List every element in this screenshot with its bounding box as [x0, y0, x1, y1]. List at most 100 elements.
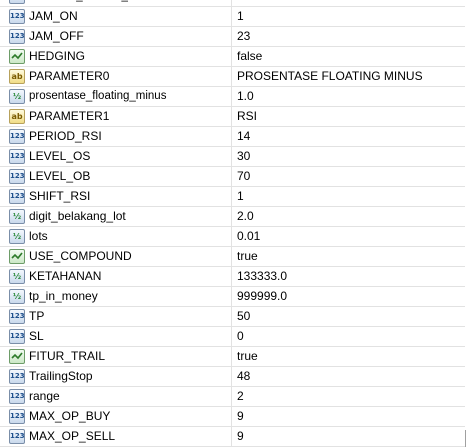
param-row[interactable]: 123 SPREAD_FILTER_MAXIMUM 1000: [0, 0, 465, 7]
integer-type-icon: 123: [9, 129, 25, 144]
integer-type-icon: 123: [9, 29, 25, 44]
param-row[interactable]: ½ KETAHANAN 133333.0: [0, 267, 465, 287]
param-name: LEVEL_OB: [29, 169, 91, 183]
param-row[interactable]: ½ tp_in_money 999999.0: [0, 287, 465, 307]
param-row[interactable]: 123 JAM_ON 1: [0, 7, 465, 27]
param-name-cell: ½ KETAHANAN: [0, 267, 232, 286]
param-name: lots: [29, 229, 48, 243]
param-row[interactable]: ½ prosentase_floating_minus 1.0: [0, 87, 465, 107]
param-row[interactable]: 123 SL 0: [0, 327, 465, 347]
param-name-cell: 123 MAX_OP_BUY: [0, 407, 232, 426]
param-row[interactable]: 123 MAX_OP_SELL 9: [0, 427, 465, 447]
integer-type-icon: 123: [9, 369, 25, 384]
param-value-field[interactable]: 1.0: [233, 87, 465, 106]
param-name-cell: 123 SHIFT_RSI: [0, 187, 232, 206]
param-name-cell: 123 SPREAD_FILTER_MAXIMUM: [0, 0, 232, 6]
param-name-cell: ½ prosentase_floating_minus: [0, 87, 232, 106]
param-value-field[interactable]: 30: [233, 147, 465, 166]
param-value-field[interactable]: 2: [233, 387, 465, 406]
param-value-field[interactable]: 1: [233, 187, 465, 206]
param-value-field[interactable]: 0: [233, 327, 465, 346]
integer-type-icon: 123: [9, 429, 25, 444]
param-row[interactable]: 123 LEVEL_OS 30: [0, 147, 465, 167]
param-value-field[interactable]: 50: [233, 307, 465, 326]
param-name: PERIOD_RSI: [29, 129, 102, 143]
param-row[interactable]: ½ digit_belakang_lot 2.0: [0, 207, 465, 227]
param-name-cell: FITUR_TRAIL: [0, 347, 232, 366]
integer-type-icon: 123: [9, 169, 25, 184]
param-value-field[interactable]: 999999.0: [233, 287, 465, 306]
param-value-field[interactable]: 1000: [233, 0, 465, 6]
grid-right-edge: [465, 0, 471, 430]
param-name: PARAMETER0: [29, 69, 110, 83]
param-name-cell: ab PARAMETER1: [0, 107, 232, 126]
param-row[interactable]: ½ lots 0.01: [0, 227, 465, 247]
param-name-cell: ½ lots: [0, 227, 232, 246]
boolean-type-icon: [9, 249, 25, 264]
param-name-cell: ½ digit_belakang_lot: [0, 207, 232, 226]
param-value-field[interactable]: 9: [233, 407, 465, 426]
param-name: SL: [29, 329, 44, 343]
param-row[interactable]: ab PARAMETER1 RSI: [0, 107, 465, 127]
param-name: USE_COMPOUND: [29, 249, 132, 263]
double-type-icon: ½: [9, 209, 25, 224]
param-name: KETAHANAN: [29, 269, 102, 283]
integer-type-icon: 123: [9, 409, 25, 424]
boolean-type-icon: [9, 49, 25, 64]
integer-type-icon: 123: [9, 189, 25, 204]
param-value-field[interactable]: PROSENTASE FLOATING MINUS: [233, 67, 465, 86]
integer-type-icon: 123: [9, 0, 25, 4]
param-row[interactable]: 123 SHIFT_RSI 1: [0, 187, 465, 207]
param-name: range: [29, 389, 60, 403]
param-name: FITUR_TRAIL: [29, 349, 106, 363]
param-name: digit_belakang_lot: [29, 209, 126, 223]
param-row[interactable]: ab PARAMETER0 PROSENTASE FLOATING MINUS: [0, 67, 465, 87]
param-value-field[interactable]: false: [233, 47, 465, 66]
double-type-icon: ½: [9, 89, 25, 104]
param-value-field[interactable]: true: [233, 347, 465, 366]
param-name-cell: 123 SL: [0, 327, 232, 346]
param-value-field[interactable]: RSI: [233, 107, 465, 126]
param-value-field[interactable]: 70: [233, 167, 465, 186]
param-name-cell: 123 PERIOD_RSI: [0, 127, 232, 146]
param-name-cell: 123 TP: [0, 307, 232, 326]
param-value-field[interactable]: 14: [233, 127, 465, 146]
param-name-cell: 123 range: [0, 387, 232, 406]
param-row[interactable]: 123 LEVEL_OB 70: [0, 167, 465, 187]
param-row[interactable]: HEDGING false: [0, 47, 465, 67]
param-name: MAX_OP_BUY: [29, 409, 111, 423]
integer-type-icon: 123: [9, 149, 25, 164]
param-name-cell: 123 LEVEL_OS: [0, 147, 232, 166]
param-row[interactable]: 123 range 2: [0, 387, 465, 407]
param-value-field[interactable]: 2.0: [233, 207, 465, 226]
param-name-cell: 123 JAM_OFF: [0, 27, 232, 46]
param-value-field[interactable]: 1: [233, 7, 465, 26]
param-name: TP: [29, 309, 45, 323]
integer-type-icon: 123: [9, 9, 25, 24]
string-type-icon: ab: [9, 69, 25, 84]
param-row[interactable]: 123 TP 50: [0, 307, 465, 327]
param-name-cell: ½ tp_in_money: [0, 287, 232, 306]
param-row[interactable]: 123 JAM_OFF 23: [0, 27, 465, 47]
param-row[interactable]: 123 PERIOD_RSI 14: [0, 127, 465, 147]
param-value-field[interactable]: 23: [233, 27, 465, 46]
param-value-field[interactable]: 48: [233, 367, 465, 386]
param-value-field[interactable]: 133333.0: [233, 267, 465, 286]
param-row[interactable]: FITUR_TRAIL true: [0, 347, 465, 367]
param-name-cell: HEDGING: [0, 47, 232, 66]
param-name: LEVEL_OS: [29, 149, 91, 163]
param-row[interactable]: 123 TrailingStop 48: [0, 367, 465, 387]
param-name: SPREAD_FILTER_MAXIMUM: [29, 0, 183, 6]
double-type-icon: ½: [9, 269, 25, 284]
param-name-cell: 123 JAM_ON: [0, 7, 232, 26]
param-row[interactable]: USE_COMPOUND true: [0, 247, 465, 267]
param-name: HEDGING: [29, 49, 86, 63]
param-name: prosentase_floating_minus: [29, 90, 167, 102]
param-name: JAM_OFF: [29, 29, 84, 43]
param-name: PARAMETER1: [29, 109, 110, 123]
param-name-cell: ab PARAMETER0: [0, 67, 232, 86]
param-row[interactable]: 123 MAX_OP_BUY 9: [0, 407, 465, 427]
integer-type-icon: 123: [9, 309, 25, 324]
param-value-field[interactable]: 0.01: [233, 227, 465, 246]
param-value-field[interactable]: true: [233, 247, 465, 266]
